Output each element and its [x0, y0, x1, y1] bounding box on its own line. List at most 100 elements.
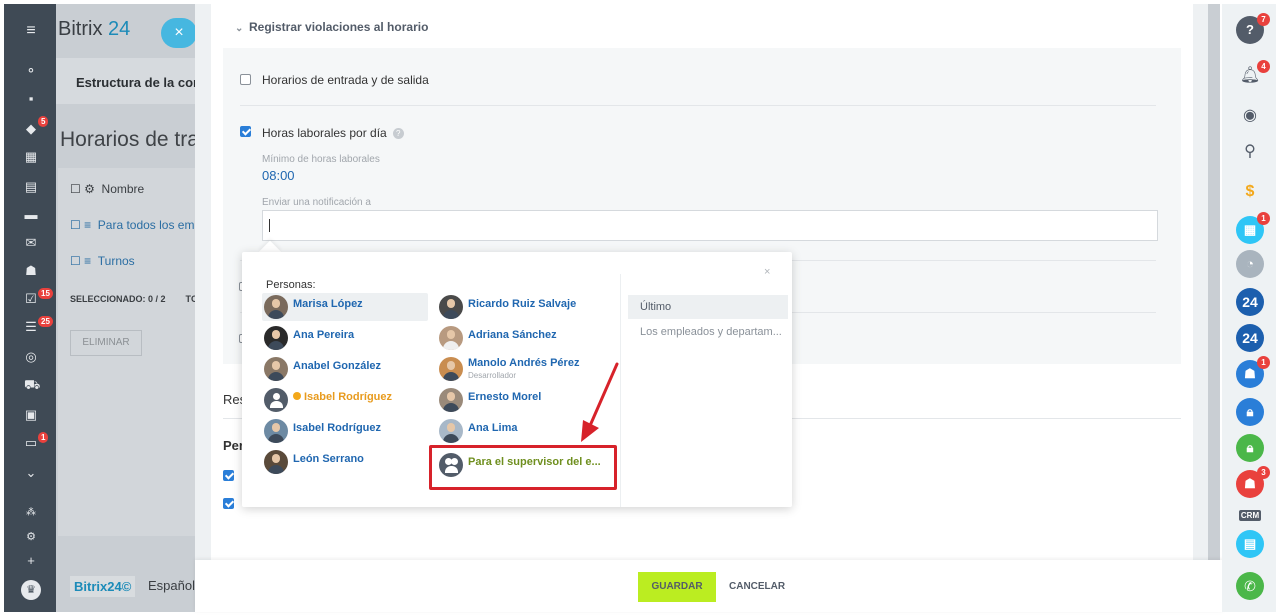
permission-checkbox[interactable]: [223, 498, 234, 509]
chat-badge: 5: [38, 116, 49, 127]
person-item[interactable]: Ana Pereira: [262, 324, 428, 352]
divider: [240, 105, 1156, 106]
bitrix24-icon[interactable]: 24: [1236, 324, 1264, 352]
tab-employees-departments[interactable]: Los empleados y departam...: [628, 320, 788, 344]
person-name: Isabel Rodríguez: [293, 391, 392, 403]
person-name: Ana Lima: [468, 422, 518, 434]
tasks-icon[interactable]: ☑: [24, 292, 38, 306]
tab-recent[interactable]: Último: [628, 295, 788, 319]
person-name: Ana Pereira: [293, 329, 355, 341]
bg-footer-logo: Bitrix24©: [70, 576, 136, 597]
notify-label: Enviar una notificación a: [262, 197, 371, 208]
section-header[interactable]: ⌄ Registrar violaciones al horario: [235, 20, 428, 34]
feed-badge: 25: [38, 316, 53, 327]
group-badge: 3: [1257, 466, 1270, 479]
gear-icon[interactable]: ⚙: [24, 530, 38, 544]
text-cursor: [269, 219, 270, 232]
people-title: Personas:: [266, 279, 316, 291]
slider-close-button[interactable]: ×: [161, 18, 197, 48]
drive-icon[interactable]: ▬: [24, 208, 38, 222]
person-item[interactable]: Marisa López: [262, 293, 428, 321]
feed-icon[interactable]: ☰: [24, 320, 38, 334]
annotation-arrow: [581, 362, 619, 442]
person-name: Adriana Sánchez: [468, 329, 557, 341]
help-badge: 7: [1257, 13, 1270, 26]
person-item[interactable]: Ricardo Ruiz Salvaje: [437, 293, 603, 321]
stream-icon[interactable]: ▪: [24, 92, 38, 106]
cancel-button[interactable]: CANCELAR: [729, 572, 785, 602]
partial-heading: Per: [223, 438, 244, 453]
mail-icon[interactable]: ✉: [24, 236, 38, 250]
plus-icon[interactable]: +: [24, 554, 38, 568]
person-name: Isabel Rodríguez: [293, 422, 382, 434]
bg-table-header: ☐ ⚙ Nombre: [70, 182, 145, 196]
card-icon[interactable]: ▣: [24, 408, 38, 422]
inbox-icon[interactable]: ▭: [24, 436, 38, 450]
search-icon[interactable]: ⚲: [1236, 138, 1264, 166]
person-name: Ricardo Ruiz Salvaje: [468, 298, 577, 310]
person-item[interactable]: Anabel González: [262, 355, 428, 383]
menu-icon[interactable]: ≡: [24, 23, 38, 39]
other-badge: 1: [38, 432, 49, 443]
avatar: [439, 357, 463, 381]
bitrix24-icon[interactable]: 24: [1236, 288, 1264, 316]
action-bar: GUARDAR CANCELAR: [195, 560, 1223, 612]
person-item[interactable]: Isabel Rodríguez: [262, 417, 428, 445]
permission-checkbox[interactable]: [223, 470, 234, 481]
avatar: [439, 326, 463, 350]
save-button[interactable]: GUARDAR: [638, 572, 716, 602]
avatar: [439, 419, 463, 443]
chevron-down-icon: ⌄: [235, 23, 244, 34]
dollar-icon[interactable]: $: [1236, 178, 1264, 206]
file-icon[interactable]: ▤: [1236, 530, 1264, 558]
lock-icon[interactable]: 🔒︎: [1236, 434, 1264, 462]
notify-recipient-input[interactable]: [262, 210, 1158, 241]
users-icon[interactable]: ☗: [24, 264, 38, 278]
phone-icon[interactable]: ✆: [1236, 572, 1264, 600]
chat-icon[interactable]: ◉: [1236, 102, 1264, 130]
bg-table-row: ☐ ≡ Turnos: [70, 254, 135, 268]
avatar: [264, 419, 288, 443]
avatar[interactable]: ◔: [1236, 250, 1264, 278]
bg-card-title: Estructura de la com: [76, 75, 205, 90]
right-sidebar: ? 7 🔔︎ 4 ◉ ⚲ $ ▦ 1 ◔ 24 24 ☗ 1 🔒︎ 🔒︎ ☗ 3…: [1222, 4, 1276, 612]
crm-icon[interactable]: CRM: [1236, 502, 1264, 530]
bg-card: Estructura de la com: [56, 58, 205, 104]
group-badge: 1: [1257, 356, 1270, 369]
lock-icon[interactable]: 🔒︎: [1236, 398, 1264, 426]
person-name: Anabel González: [293, 360, 382, 372]
document-icon[interactable]: ▤: [24, 180, 38, 194]
person-item[interactable]: Isabel Rodríguez: [262, 386, 428, 414]
min-hours-value[interactable]: 08:00: [262, 168, 295, 183]
person-name: León Serrano: [293, 453, 364, 465]
bg-table: ☐ ⚙ Nombre ☐ ≡ Para todos los em ☐ ≡ Tur…: [58, 168, 198, 536]
bitrix-logo: Bitrix 24: [58, 18, 131, 40]
tasks-badge: 15: [38, 288, 53, 299]
avatar: [264, 326, 288, 350]
cart-icon[interactable]: ⛟: [24, 378, 40, 392]
calendar-badge: 1: [1257, 212, 1270, 225]
person-name: Manolo Andrés Pérez: [468, 357, 580, 369]
more-icon[interactable]: ⌄: [24, 466, 38, 480]
bg-delete-button: ELIMINAR: [70, 330, 142, 356]
person-name: Ernesto Morel: [468, 391, 542, 403]
avatar: [264, 450, 288, 474]
chat-icon[interactable]: ◆: [24, 122, 38, 136]
avatar: [439, 388, 463, 412]
entry-exit-checkbox[interactable]: [240, 74, 251, 85]
person-position: Desarrollador: [468, 371, 517, 380]
sitemap-icon[interactable]: ⁂: [24, 506, 38, 520]
help-icon[interactable]: ?: [392, 128, 404, 139]
person-item[interactable]: Adriana Sánchez: [437, 324, 603, 352]
highlight-annotation: [429, 445, 617, 490]
calendar-icon[interactable]: ▦: [24, 150, 38, 164]
person-name: Marisa López: [293, 298, 363, 310]
person-item[interactable]: León Serrano: [262, 448, 428, 476]
min-hours-label: Mínimo de horas laborales: [262, 154, 380, 165]
close-icon[interactable]: ×: [764, 266, 770, 278]
activity-icon[interactable]: ⚬: [24, 64, 38, 78]
target-icon[interactable]: ◎: [24, 350, 38, 364]
crown-icon[interactable]: ♛: [21, 580, 41, 600]
hours-per-day-checkbox[interactable]: [240, 126, 251, 137]
bg-language: Español: [148, 578, 195, 593]
